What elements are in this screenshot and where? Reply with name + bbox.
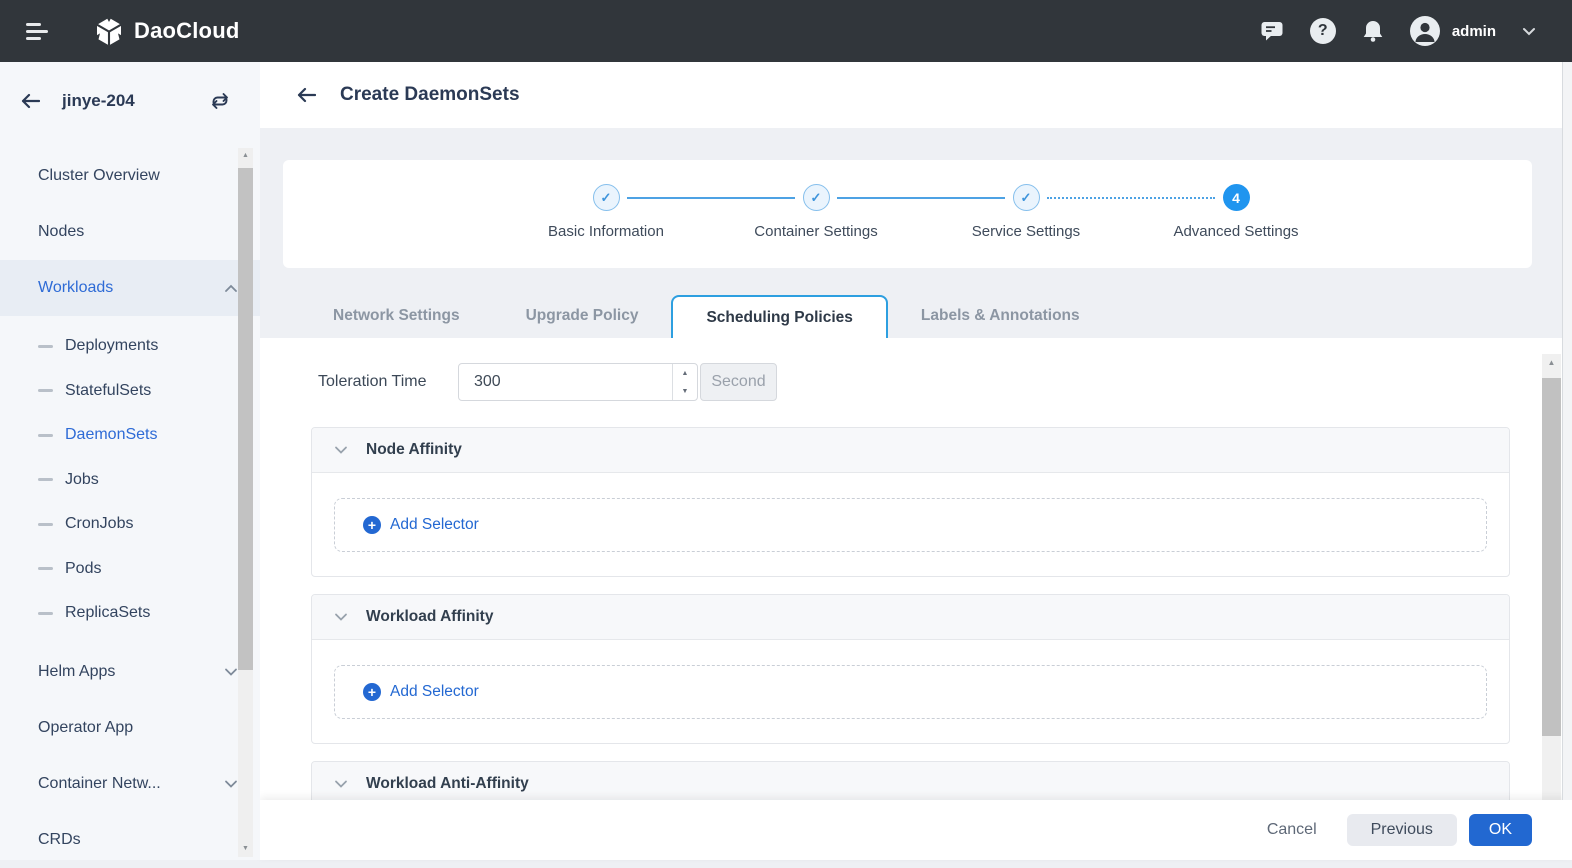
message-icon[interactable] [1260, 20, 1284, 42]
spinner-down-icon[interactable]: ▼ [673, 382, 697, 400]
scroll-down-icon[interactable]: ▼ [238, 841, 253, 857]
sidebar-scrollbar-thumb[interactable] [238, 168, 253, 670]
scheduling-policies-panel: Toleration Time ▲ ▼ Second Node Affinity [260, 338, 1572, 800]
workload-affinity-header[interactable]: Workload Affinity [312, 595, 1509, 640]
page-header: Create DaemonSets [260, 62, 1572, 128]
workload-affinity-add-selector-button[interactable]: + Add Selector [334, 665, 1487, 719]
toleration-time-label: Toleration Time [318, 373, 458, 391]
stepper: ✓ Basic Information ✓ Container Settings… [501, 160, 1341, 268]
tab-network-settings[interactable]: Network Settings [300, 293, 493, 338]
step-number-badge: 4 [1223, 184, 1250, 211]
node-affinity-panel: Node Affinity + Add Selector [311, 427, 1510, 577]
dash-icon [38, 612, 53, 615]
chevron-down-icon [224, 668, 238, 676]
sidebar-item-operator-app[interactable]: Operator App [0, 700, 260, 756]
previous-button[interactable]: Previous [1347, 814, 1457, 846]
content-scrollbar-thumb[interactable] [1542, 378, 1561, 736]
tab-labels-annotations[interactable]: Labels & Annotations [888, 293, 1113, 338]
scroll-up-icon[interactable]: ▲ [1542, 354, 1561, 371]
sidebar-item-replicasets[interactable]: ReplicaSets [0, 591, 260, 636]
tabstrip: Network Settings Upgrade Policy Scheduli… [283, 293, 1537, 340]
wizard-content: ✓ Basic Information ✓ Container Settings… [260, 128, 1572, 800]
page-title: Create DaemonSets [340, 84, 520, 106]
node-affinity-add-selector-button[interactable]: + Add Selector [334, 498, 1487, 552]
sidebar-item-cluster-overview[interactable]: Cluster Overview [0, 148, 260, 204]
chevron-down-icon [224, 780, 238, 788]
spinner-up-icon[interactable]: ▲ [673, 364, 697, 382]
brand-logo[interactable]: DaoCloud [94, 16, 239, 46]
main-area: Create DaemonSets ✓ Basic Information ✓ … [260, 62, 1572, 860]
step-basic-information[interactable]: ✓ Basic Information [501, 160, 711, 268]
collapse-chevron-icon [334, 446, 348, 454]
sidebar-nav: Cluster Overview Nodes Workloads Deploym… [0, 140, 260, 868]
sidebar: jinye-204 Cluster Overview Nodes Workloa… [0, 62, 260, 860]
workload-anti-affinity-header[interactable]: Workload Anti-Affinity [312, 762, 1509, 800]
stepper-card: ✓ Basic Information ✓ Container Settings… [283, 160, 1532, 268]
user-chevron-down-icon[interactable] [1522, 27, 1536, 36]
dash-icon [38, 478, 53, 481]
sidebar-item-workloads[interactable]: Workloads [0, 260, 260, 316]
plus-icon: + [363, 516, 381, 534]
stepper-connector [837, 197, 1005, 199]
collapse-chevron-icon [334, 613, 348, 621]
dash-icon [38, 434, 53, 437]
notifications-bell-icon[interactable] [1362, 19, 1384, 43]
workload-affinity-panel: Workload Affinity + Add Selector [311, 594, 1510, 744]
workloads-submenu: Deployments StatefulSets DaemonSets Jobs… [0, 324, 260, 636]
sidebar-item-nodes[interactable]: Nodes [0, 204, 260, 260]
help-icon[interactable]: ? [1310, 18, 1336, 44]
toleration-unit: Second [700, 363, 777, 401]
step-check-icon: ✓ [803, 184, 830, 211]
sidebar-header: jinye-204 [0, 62, 260, 140]
toleration-time-row: Toleration Time ▲ ▼ Second [318, 363, 1572, 401]
dash-icon [38, 523, 53, 526]
content-scrollbar[interactable]: ▲ ▼ [1542, 354, 1561, 800]
dash-icon [38, 345, 53, 348]
sidebar-item-container-network[interactable]: Container Netw... [0, 756, 260, 812]
sidebar-item-helm-apps[interactable]: Helm Apps [0, 644, 260, 700]
scroll-up-icon[interactable]: ▲ [238, 148, 253, 164]
page-scrollbar[interactable] [1562, 62, 1572, 800]
dash-icon [38, 389, 53, 392]
collapse-chevron-icon [334, 780, 348, 788]
user-avatar[interactable] [1410, 16, 1440, 46]
sidebar-item-statefulsets[interactable]: StatefulSets [0, 369, 260, 414]
chevron-up-icon [224, 284, 238, 292]
sidebar-item-pods[interactable]: Pods [0, 547, 260, 592]
node-affinity-header[interactable]: Node Affinity [312, 428, 1509, 473]
step-service-settings[interactable]: ✓ Service Settings [921, 160, 1131, 268]
page-back-icon[interactable] [296, 87, 316, 103]
number-spinner: ▲ ▼ [672, 364, 697, 400]
sidebar-scrollbar[interactable]: ▲ ▼ [238, 148, 253, 857]
switch-cluster-icon[interactable] [210, 92, 230, 110]
dash-icon [38, 567, 53, 570]
stepper-connector-dotted [1047, 197, 1215, 199]
workload-anti-affinity-panel: Workload Anti-Affinity + Add Selector [311, 761, 1510, 800]
wizard-footer: Cancel Previous OK [260, 800, 1572, 860]
plus-icon: + [363, 683, 381, 701]
daocloud-logo-icon [94, 16, 124, 46]
step-check-icon: ✓ [593, 184, 620, 211]
step-check-icon: ✓ [1013, 184, 1040, 211]
menu-icon[interactable] [26, 19, 50, 44]
sidebar-item-cronjobs[interactable]: CronJobs [0, 502, 260, 547]
cluster-name: jinye-204 [62, 91, 135, 111]
ok-button[interactable]: OK [1469, 814, 1532, 846]
cluster-back-icon[interactable] [20, 93, 40, 109]
username: admin [1452, 23, 1496, 40]
toleration-time-input[interactable] [458, 363, 698, 401]
sidebar-item-deployments[interactable]: Deployments [0, 324, 260, 369]
step-advanced-settings[interactable]: 4 Advanced Settings [1131, 160, 1341, 268]
step-container-settings[interactable]: ✓ Container Settings [711, 160, 921, 268]
tab-upgrade-policy[interactable]: Upgrade Policy [493, 293, 672, 338]
sidebar-item-jobs[interactable]: Jobs [0, 458, 260, 503]
stepper-connector [627, 197, 795, 199]
cancel-button[interactable]: Cancel [1267, 821, 1317, 839]
sidebar-item-crds[interactable]: CRDs [0, 812, 260, 868]
sidebar-item-daemonsets[interactable]: DaemonSets [0, 413, 260, 458]
topbar: DaoCloud ? admin [0, 0, 1572, 62]
brand-name: DaoCloud [134, 18, 239, 44]
tab-scheduling-policies[interactable]: Scheduling Policies [671, 295, 887, 340]
